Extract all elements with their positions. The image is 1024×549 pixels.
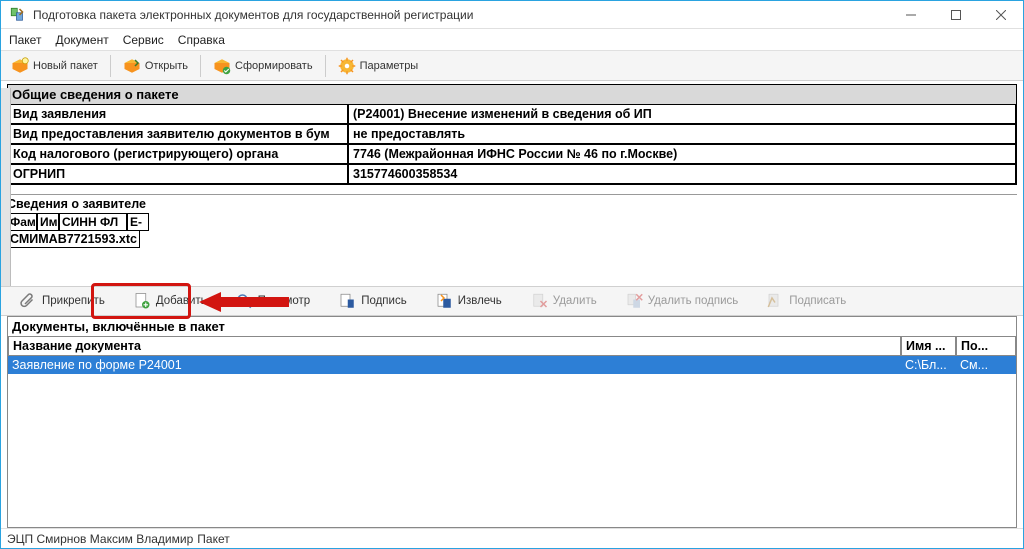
delete-button[interactable]: Удалить [522,290,605,312]
col-file[interactable]: Имя ... [901,336,956,356]
open-button[interactable]: Открыть [117,55,194,77]
form-button[interactable]: Сформировать [207,55,319,77]
general-val[interactable]: 7746 (Межрайонная ИФНС России № 46 по г.… [348,144,1016,164]
general-key: ОГРНИП [8,164,348,184]
menu-packet[interactable]: Пакет [9,33,41,47]
new-packet-icon [11,57,29,75]
add-icon [133,292,151,310]
form-icon [213,57,231,75]
attach-icon [19,292,37,310]
window-controls [888,1,1023,28]
docs-panel: Документы, включённые в пакет Название д… [7,316,1017,528]
general-val[interactable]: (Р24001) Внесение изменений в сведения о… [348,104,1016,124]
applicant-hdr-row: Фам Им СИНН ФЛ Е- [7,213,1017,231]
app-window: Подготовка пакета электронных документов… [0,0,1024,549]
general-grid: Вид заявления (Р24001) Внесение изменени… [8,104,1016,184]
titlebar: Подготовка пакета электронных документов… [1,1,1023,29]
doc-toolbar: Прикрепить Добавить Просмотр Подпись Изв… [1,286,1023,316]
general-key: Вид предоставления заявителю документов … [8,124,348,144]
separator [110,55,111,77]
cell-name: Заявление по форме Р24001 [8,356,901,374]
menu-service[interactable]: Сервис [123,33,164,47]
delete-icon [530,292,548,310]
params-icon [338,57,356,75]
general-val[interactable]: не предоставлять [348,124,1016,144]
general-panel: Общие сведения о пакете Вид заявления (Р… [7,84,1017,185]
sign2-button[interactable]: Подписать [758,290,854,312]
general-key: Вид заявления [8,104,348,124]
col-name[interactable]: Им [37,213,59,231]
general-key: Код налогового (регистрирующего) органа [8,144,348,164]
statusbar: ЭЦП Смирнов Максим Владимир Пакет [1,528,1023,548]
col-name[interactable]: Название документа [8,336,901,356]
sign-icon [338,292,356,310]
attach-button[interactable]: Прикрепить [11,290,113,312]
menu-help[interactable]: Справка [178,33,225,47]
view-button[interactable]: Просмотр [227,290,319,312]
minimize-button[interactable] [888,1,933,28]
docs-body[interactable]: Заявление по форме Р24001 C:\Бл... См... [8,356,1016,527]
left-strip [1,88,11,298]
extract-button[interactable]: Извлечь [427,290,510,312]
cell-sign: См... [956,356,1016,374]
general-val[interactable]: 315774600358534 [348,164,1016,184]
table-row[interactable]: Заявление по форме Р24001 C:\Бл... См... [8,356,1016,374]
cell-file: C:\Бл... [901,356,956,374]
general-header: Общие сведения о пакете [8,85,1016,104]
applicant-header: Сведения о заявителе [7,194,1017,213]
menubar: Пакет Документ Сервис Справка [1,29,1023,51]
col-email[interactable]: Е- [127,213,149,231]
applicant-panel: Сведения о заявителе Фам Им СИНН ФЛ Е- С… [7,194,1017,248]
separator [200,55,201,77]
col-fam[interactable]: Фам [7,213,37,231]
status-sign: ЭЦП Смирнов Максим Владимир [7,532,193,546]
window-title: Подготовка пакета электронных документов… [33,8,888,22]
docs-header: Документы, включённые в пакет [8,317,1016,336]
delete-sign-button[interactable]: Удалить подпись [617,290,747,312]
separator [325,55,326,77]
view-icon [235,292,253,310]
app-icon [9,6,27,24]
col-sign[interactable]: По... [956,336,1016,356]
open-icon [123,57,141,75]
extract-icon [435,292,453,310]
sign-button[interactable]: Подпись [330,290,415,312]
docs-columns: Название документа Имя ... По... [8,336,1016,356]
main-toolbar: Новый пакет Открыть Сформировать Парамет… [1,51,1023,81]
maximize-button[interactable] [933,1,978,28]
new-packet-button[interactable]: Новый пакет [5,55,104,77]
add-button[interactable]: Добавить [125,290,215,312]
close-button[interactable] [978,1,1023,28]
menu-document[interactable]: Документ [55,33,108,47]
sign2-icon [766,292,784,310]
params-button[interactable]: Параметры [332,55,425,77]
applicant-row[interactable]: СМИМАВ7721593.xtc [7,231,140,248]
delete-sign-icon [625,292,643,310]
col-inn[interactable]: СИНН ФЛ [59,213,127,231]
status-packet: Пакет [197,532,229,546]
